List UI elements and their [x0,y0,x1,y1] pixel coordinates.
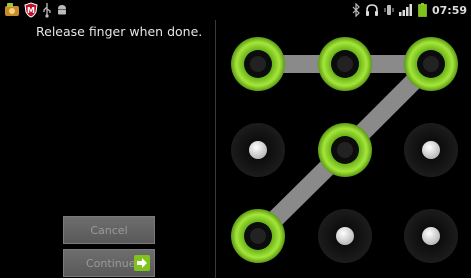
pattern-dot-9[interactable] [404,209,458,263]
pattern-lock-grid[interactable] [216,20,471,278]
cancel-button[interactable]: Cancel [63,216,155,244]
instruction-text: Release finger when done. [36,24,203,39]
android-icon [56,2,68,18]
app-icon [4,2,20,18]
pattern-dot-7[interactable] [231,209,285,263]
pattern-dot-6[interactable] [404,123,458,177]
vibrate-icon [384,2,394,18]
continue-label: Continue [86,256,136,270]
usb-icon [42,2,52,18]
pattern-dot-5[interactable] [318,123,372,177]
pattern-dot-1[interactable] [231,37,285,91]
svg-text:M: M [27,6,35,15]
status-bar: M 07:59 [0,0,471,20]
instructions-panel: Release finger when done. Cancel Continu… [0,20,214,278]
signal-icon [398,2,413,18]
pattern-dot-2[interactable] [318,37,372,91]
bluetooth-icon [352,2,360,18]
status-time: 07:59 [431,3,467,17]
battery-icon [418,2,427,18]
cancel-label: Cancel [90,223,128,237]
continue-button[interactable]: Continue [63,249,155,277]
arrow-right-icon [134,255,150,271]
pattern-dot-3[interactable] [404,37,458,91]
pattern-dot-4[interactable] [231,123,285,177]
headphones-icon [365,2,379,18]
pattern-dot-8[interactable] [318,209,372,263]
pattern-canvas [231,37,458,263]
shield-icon: M [24,2,38,18]
